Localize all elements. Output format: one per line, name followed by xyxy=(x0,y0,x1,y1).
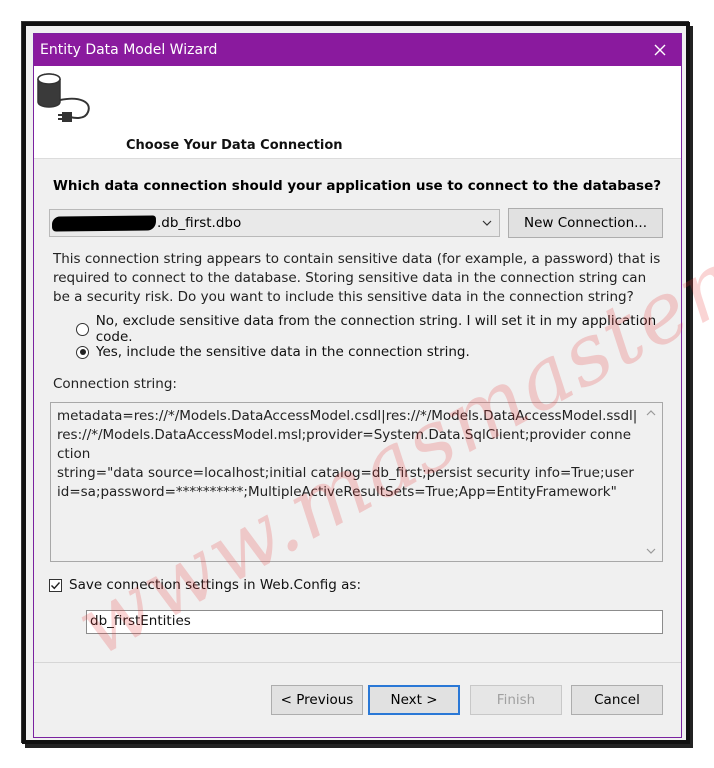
radio-include-sensitive[interactable]: Yes, include the sensitive data in the c… xyxy=(76,344,470,360)
connection-string-text: metadata=res://*/Models.DataAccessModel.… xyxy=(57,408,638,500)
radio-exclude-sensitive[interactable]: No, exclude sensitive data from the conn… xyxy=(76,313,681,345)
data-connection-dropdown[interactable]: .db_first.dbo xyxy=(49,209,500,237)
new-connection-button[interactable]: New Connection... xyxy=(508,208,663,238)
checkmark-icon xyxy=(51,581,61,589)
scroll-up-icon[interactable] xyxy=(646,409,656,417)
save-settings-checkbox[interactable] xyxy=(49,578,62,592)
cancel-button[interactable]: Cancel xyxy=(571,685,663,715)
connection-string-textbox[interactable]: metadata=res://*/Models.DataAccessModel.… xyxy=(50,402,663,562)
footer-divider xyxy=(34,662,681,663)
sensitive-data-warning: This connection string appears to contai… xyxy=(53,251,661,305)
radio-exclude-label: No, exclude sensitive data from the conn… xyxy=(95,313,657,345)
close-icon xyxy=(654,44,666,56)
save-settings-checkbox-row[interactable]: Save connection settings in Web.Config a… xyxy=(49,577,361,593)
database-connection-icon xyxy=(37,73,90,122)
radio-button-include[interactable] xyxy=(76,345,89,359)
window-title: Entity Data Model Wizard xyxy=(40,42,218,58)
wizard-window: Entity Data Model Wizard Choose Your Dat… xyxy=(33,33,682,738)
finish-button[interactable]: Finish xyxy=(470,685,562,715)
connection-string-label: Connection string: xyxy=(53,376,177,392)
next-button[interactable]: Next > xyxy=(368,685,460,715)
wizard-header: Choose Your Data Connection xyxy=(34,66,681,159)
close-button[interactable] xyxy=(639,34,681,66)
radio-include-label: Yes, include the sensitive data in the c… xyxy=(96,344,470,360)
scroll-down-icon[interactable] xyxy=(646,547,656,555)
chevron-down-icon xyxy=(482,220,492,226)
save-settings-label: Save connection settings in Web.Config a… xyxy=(69,577,362,593)
data-connection-value: .db_first.dbo xyxy=(157,215,242,231)
redaction-mark xyxy=(51,214,157,232)
connection-question: Which data connection should your applic… xyxy=(53,178,662,194)
radio-button-exclude[interactable] xyxy=(76,322,89,336)
title-bar: Entity Data Model Wizard xyxy=(34,34,681,66)
entities-name-input[interactable]: db_firstEntities xyxy=(86,610,663,634)
previous-button[interactable]: < Previous xyxy=(271,685,363,715)
page-title: Choose Your Data Connection xyxy=(126,138,343,153)
